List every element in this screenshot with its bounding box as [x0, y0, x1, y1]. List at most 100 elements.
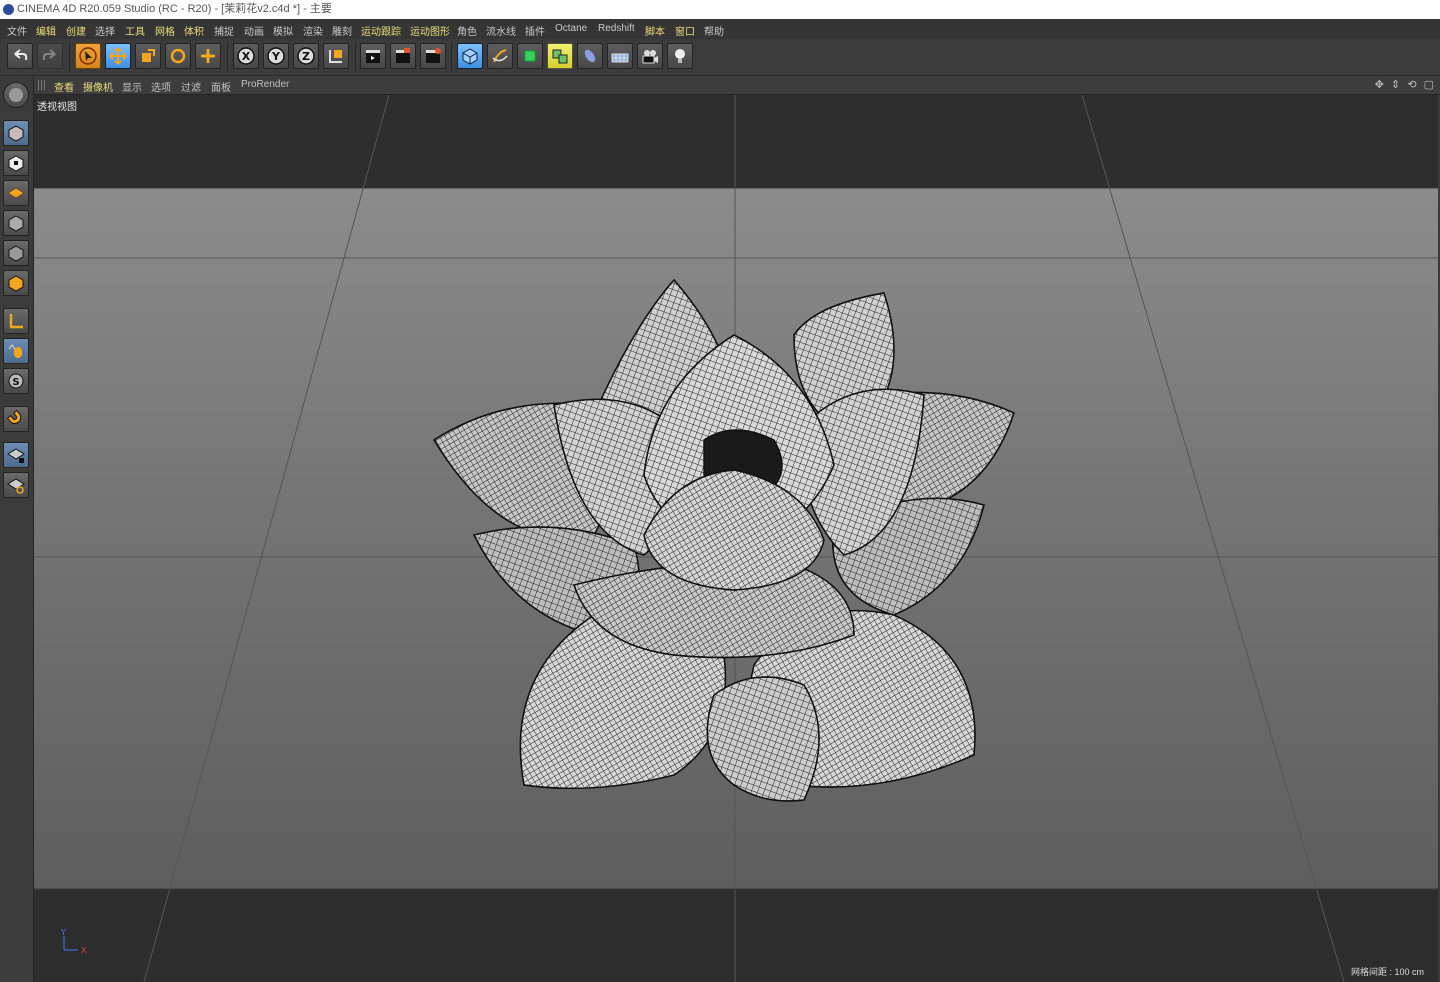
polygons-mode-button[interactable] [3, 270, 29, 296]
snap-button[interactable] [3, 406, 29, 432]
mouse-icon [8, 344, 22, 358]
cube-icon [462, 48, 478, 65]
grid-spacing-readout: 网格间距 : 100 cm [1350, 967, 1424, 977]
model-mode-button[interactable] [3, 120, 29, 146]
scale-icon [142, 49, 155, 62]
menu-item-5[interactable]: 网格 [155, 23, 175, 38]
menu-item-10[interactable]: 渲染 [303, 23, 323, 38]
axis-icon [9, 314, 23, 329]
menu-item-15[interactable]: 流水线 [486, 23, 516, 38]
menu-item-0[interactable]: 文件 [7, 23, 27, 38]
title-bar: CINEMA 4D R20.059 Studio (RC - R20) - [茉… [0, 0, 1440, 19]
coordinate-system-button[interactable] [323, 43, 349, 69]
view-menu-item-1[interactable]: 摄像机 [83, 79, 113, 94]
viewport-canvas [34, 95, 1438, 982]
subdivision-surface-button[interactable] [517, 43, 543, 69]
camera-object-button[interactable] [637, 43, 663, 69]
menu-item-18[interactable]: Redshift [598, 23, 635, 34]
menu-item-13[interactable]: 运动图形 [410, 23, 450, 38]
light-icon [675, 49, 685, 63]
scale-tool-button[interactable] [135, 43, 161, 69]
cube-object-button[interactable] [457, 43, 483, 69]
workplane-lock-button[interactable] [3, 442, 29, 468]
pen-tool-button[interactable] [487, 43, 513, 69]
redo-button[interactable] [37, 43, 63, 69]
menu-item-14[interactable]: 角色 [457, 23, 477, 38]
grid-align-icon [7, 478, 25, 494]
mode-toolbar: S [0, 76, 34, 982]
texture-mode-button[interactable] [3, 150, 29, 176]
menu-item-9[interactable]: 模拟 [273, 23, 293, 38]
menu-item-21[interactable]: 帮助 [704, 23, 724, 38]
render-picture-viewer-button[interactable] [390, 43, 416, 69]
axis-gizmo-icon: Y X [60, 928, 87, 955]
view-menu-item-5[interactable]: 面板 [211, 79, 231, 94]
y-axis-icon: Y [267, 47, 285, 65]
menu-item-16[interactable]: 插件 [525, 23, 545, 38]
rotate-icon [170, 48, 186, 64]
panel-grip[interactable] [38, 80, 47, 90]
menu-item-20[interactable]: 窗口 [675, 23, 695, 38]
menu-item-7[interactable]: 捕捉 [214, 23, 234, 38]
z-axis-button[interactable]: Z [293, 43, 319, 69]
viewport-menu-bar: ✥ ⇕ ⟲ ▢ 查看 摄像机 显示 选项 过滤 面板 ProRender [34, 76, 1440, 95]
plane-icon [7, 187, 25, 199]
menu-item-8[interactable]: 动画 [244, 23, 264, 38]
light-object-button[interactable] [667, 43, 693, 69]
cloner-icon [552, 49, 568, 64]
tweak-mode-button[interactable] [3, 338, 29, 364]
view-menu-item-0[interactable]: 查看 [54, 79, 74, 94]
undo-button[interactable] [7, 43, 33, 69]
render-view-button[interactable] [360, 43, 386, 69]
move-icon [109, 47, 127, 65]
sculpt-brush-button[interactable] [3, 82, 29, 108]
clapper-icon [396, 48, 410, 63]
points-mode-button[interactable] [3, 210, 29, 236]
solo-mode-button[interactable]: S [3, 368, 29, 394]
menu-item-3[interactable]: 选择 [95, 23, 115, 38]
redo-icon [42, 49, 56, 61]
view-menu-item-4[interactable]: 过滤 [181, 79, 201, 94]
axis-mode-button[interactable] [3, 308, 29, 334]
checker-icon [8, 155, 24, 172]
menu-item-6[interactable]: 体积 [184, 23, 204, 38]
svg-text:Z: Z [302, 50, 310, 63]
menu-item-12[interactable]: 运动跟踪 [361, 23, 401, 38]
deformer-icon [584, 49, 596, 63]
main-menu-bar: 文件 编辑 创建 选择 工具 网格 体积 捕捉 动画 模拟 渲染 雕刻 运动跟踪 运动图形 角色 流水线 插件 O… [0, 19, 1440, 39]
camera-icon [642, 50, 658, 64]
cloner-button[interactable] [547, 43, 573, 69]
y-axis-button[interactable]: Y [263, 43, 289, 69]
menu-item-2[interactable]: 创建 [66, 23, 86, 38]
x-axis-icon: X [237, 47, 255, 65]
axis-y-label: Y [60, 928, 66, 937]
window-title: CINEMA 4D R20.059 Studio (RC - R20) - [茉… [17, 3, 332, 15]
render-settings-button[interactable] [420, 43, 446, 69]
menu-item-11[interactable]: 雕刻 [332, 23, 352, 38]
points-icon [8, 215, 24, 232]
menu-item-17[interactable]: Octane [555, 23, 587, 34]
floor-object-button[interactable] [607, 43, 633, 69]
select-tool-button[interactable] [75, 43, 101, 69]
rotate-tool-button[interactable] [165, 43, 191, 69]
viewport-navigation-icons[interactable]: ✥ ⇕ ⟲ ▢ [1375, 78, 1436, 91]
menu-item-1[interactable]: 编辑 [36, 23, 56, 38]
workplane-mode-button[interactable] [3, 180, 29, 206]
edges-mode-button[interactable] [3, 240, 29, 266]
view-menu-item-2[interactable]: 显示 [122, 79, 142, 94]
menu-item-4[interactable]: 工具 [125, 23, 145, 38]
workplane-align-button[interactable] [3, 472, 29, 498]
menu-item-19[interactable]: 脚本 [645, 23, 665, 38]
svg-text:S: S [12, 377, 19, 388]
sculpt-icon [9, 88, 23, 102]
deformer-button[interactable] [577, 43, 603, 69]
view-menu-item-6[interactable]: ProRender [241, 79, 289, 90]
move-tool-button[interactable] [105, 43, 131, 69]
floor-icon [611, 53, 629, 63]
z-axis-icon: Z [297, 47, 315, 65]
view-menu-item-3[interactable]: 选项 [151, 79, 171, 94]
x-axis-button[interactable]: X [233, 43, 259, 69]
perspective-viewport[interactable]: 透视视图 Y X 网格间距 : 100 cm [34, 95, 1438, 982]
recent-tool-button[interactable] [195, 43, 221, 69]
pen-icon [492, 49, 508, 63]
